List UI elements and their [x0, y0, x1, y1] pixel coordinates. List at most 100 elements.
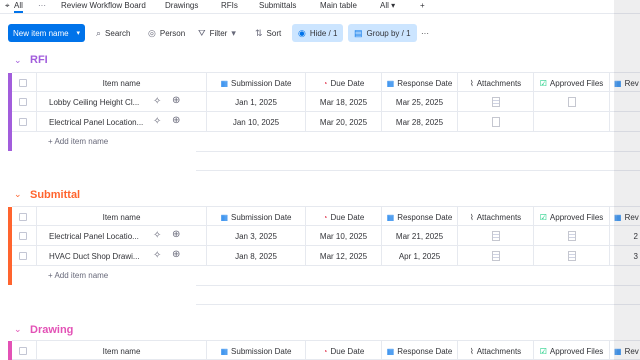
- collapse-group-icon[interactable]: ⌄: [14, 189, 22, 200]
- attachments-cell[interactable]: [457, 92, 533, 112]
- more-options-button[interactable]: ···: [421, 24, 429, 42]
- approved-files-cell[interactable]: [533, 226, 609, 246]
- column-attachments[interactable]: ⌇ Attachments: [457, 341, 533, 360]
- select-all-checkbox[interactable]: [19, 79, 27, 87]
- tab-submittals[interactable]: Submittals: [259, 1, 296, 10]
- submission-date-cell[interactable]: Jan 3, 2025: [206, 226, 305, 246]
- column-attachments[interactable]: ⌇ Attachments: [457, 207, 533, 227]
- response-date-cell[interactable]: Mar 21, 2025: [381, 226, 457, 246]
- file-icon[interactable]: [491, 117, 500, 127]
- tab-all-dropdown[interactable]: All ▾: [380, 1, 395, 10]
- collapse-group-icon[interactable]: ⌄: [14, 324, 22, 335]
- attachments-cell[interactable]: [457, 112, 533, 132]
- column-due-date[interactable]: ◔ Due Date: [305, 73, 381, 93]
- approved-files-cell[interactable]: [533, 246, 609, 266]
- column-item-name[interactable]: Item name: [36, 207, 206, 227]
- filter-button[interactable]: ⛛ Filter ▾: [198, 24, 236, 42]
- person-filter-button[interactable]: ◎ Person: [148, 24, 185, 42]
- submission-date-cell[interactable]: Jan 10, 2025: [206, 112, 305, 132]
- column-response-date[interactable]: ▦ Response Date: [381, 341, 457, 360]
- add-item-row[interactable]: + Add item name: [48, 132, 628, 150]
- due-date-cell[interactable]: Mar 20, 2025: [305, 112, 381, 132]
- table-row[interactable]: Lobby Ceiling Height Cl... ✧ ⊕ Jan 1, 20…: [12, 92, 640, 112]
- attachments-cell[interactable]: [457, 226, 533, 246]
- checkbox-icon: ☑: [539, 346, 547, 356]
- column-due-date[interactable]: ◔ Due Date: [305, 207, 381, 227]
- column-approved-files[interactable]: ☑ Approved Files: [533, 73, 609, 93]
- row-checkbox[interactable]: [19, 118, 27, 126]
- calendar-icon: ▦: [220, 78, 229, 88]
- column-item-name[interactable]: Item name: [36, 341, 206, 360]
- row-checkbox[interactable]: [19, 252, 27, 260]
- hide-button[interactable]: ◉ Hide / 1: [292, 24, 344, 42]
- attachments-cell[interactable]: [457, 246, 533, 266]
- column-submission-date[interactable]: ▦ Submission Date: [206, 341, 305, 360]
- file-icon[interactable]: [491, 231, 500, 241]
- file-icon[interactable]: [567, 251, 576, 261]
- table-row[interactable]: Electrical Panel Locatio... ✧ ⊕ Jan 3, 2…: [12, 226, 640, 246]
- submission-date-cell[interactable]: Jan 1, 2025: [206, 92, 305, 112]
- sparkle-icon[interactable]: ✧: [153, 250, 161, 261]
- sort-button[interactable]: ⇅ Sort: [255, 24, 281, 42]
- group-title-submittal[interactable]: Submittal: [30, 189, 80, 201]
- column-submission-date[interactable]: ▦ Submission Date: [206, 73, 305, 93]
- add-item-row[interactable]: + Add item name: [48, 266, 628, 284]
- file-icon[interactable]: [491, 251, 500, 261]
- row-checkbox[interactable]: [19, 98, 27, 106]
- due-date-cell[interactable]: Mar 18, 2025: [305, 92, 381, 112]
- select-all-checkbox[interactable]: [19, 213, 27, 221]
- group-title-rfi[interactable]: RFI: [30, 54, 48, 66]
- sparkle-icon[interactable]: ✧: [153, 96, 161, 107]
- file-icon[interactable]: [491, 97, 500, 107]
- item-name-cell[interactable]: Electrical Panel Locatio...: [36, 226, 166, 246]
- tab-more-icon[interactable]: ···: [38, 1, 46, 10]
- column-approved-files[interactable]: ☑ Approved Files: [533, 341, 609, 360]
- approved-files-cell[interactable]: [533, 112, 609, 132]
- due-date-cell[interactable]: Mar 12, 2025: [305, 246, 381, 266]
- column-item-name[interactable]: Item name: [36, 73, 206, 93]
- item-name-cell[interactable]: HVAC Duct Shop Drawi...: [36, 246, 166, 266]
- column-due-date[interactable]: ◔ Due Date: [305, 341, 381, 360]
- group-by-button[interactable]: ▤ Group by / 1: [348, 24, 417, 42]
- response-date-cell[interactable]: Apr 1, 2025: [381, 246, 457, 266]
- tab-all[interactable]: All: [14, 1, 23, 13]
- search-button[interactable]: ⌕ Search: [96, 24, 130, 42]
- add-update-icon[interactable]: ⊕: [172, 115, 180, 126]
- calendar-icon: ▦: [386, 346, 395, 356]
- add-update-icon[interactable]: ⊕: [172, 229, 180, 240]
- tab-rfis[interactable]: RFIs: [221, 1, 238, 10]
- row-checkbox[interactable]: [19, 232, 27, 240]
- column-submission-date[interactable]: ▦ Submission Date: [206, 207, 305, 227]
- approved-files-cell[interactable]: [533, 92, 609, 112]
- item-name-cell[interactable]: Lobby Ceiling Height Cl...: [36, 92, 166, 112]
- tab-review-workflow[interactable]: Review Workflow Board: [61, 1, 146, 10]
- new-item-button[interactable]: New item name ▾: [8, 24, 85, 42]
- eye-icon: ◉: [298, 27, 306, 38]
- chevron-down-icon[interactable]: ▾: [76, 29, 80, 37]
- sparkle-icon[interactable]: ✧: [153, 116, 161, 127]
- add-view-button[interactable]: +: [420, 1, 425, 10]
- table-row[interactable]: Electrical Panel Location... ✧ ⊕ Jan 10,…: [12, 112, 640, 132]
- add-update-icon[interactable]: ⊕: [172, 95, 180, 106]
- column-response-date[interactable]: ▦ Response Date: [381, 207, 457, 227]
- collapse-group-icon[interactable]: ⌄: [14, 55, 22, 66]
- sparkle-icon[interactable]: ✧: [153, 230, 161, 241]
- submission-date-cell[interactable]: Jan 8, 2025: [206, 246, 305, 266]
- response-date-cell[interactable]: Mar 28, 2025: [381, 112, 457, 132]
- calendar-icon: ▦: [386, 78, 395, 88]
- select-all-checkbox[interactable]: [19, 347, 27, 355]
- file-icon[interactable]: [567, 231, 576, 241]
- calendar-icon: ▦: [386, 212, 395, 222]
- due-date-cell[interactable]: Mar 10, 2025: [305, 226, 381, 246]
- column-approved-files[interactable]: ☑ Approved Files: [533, 207, 609, 227]
- table-row[interactable]: HVAC Duct Shop Drawi... ✧ ⊕ Jan 8, 2025 …: [12, 246, 640, 266]
- column-attachments[interactable]: ⌇ Attachments: [457, 73, 533, 93]
- item-name-cell[interactable]: Electrical Panel Location...: [36, 112, 166, 132]
- file-icon[interactable]: [567, 97, 576, 107]
- group-title-drawing[interactable]: Drawing: [30, 324, 73, 336]
- response-date-cell[interactable]: Mar 25, 2025: [381, 92, 457, 112]
- tab-drawings[interactable]: Drawings: [165, 1, 198, 10]
- column-response-date[interactable]: ▦ Response Date: [381, 73, 457, 93]
- tab-main-table[interactable]: Main table: [320, 1, 357, 10]
- add-update-icon[interactable]: ⊕: [172, 249, 180, 260]
